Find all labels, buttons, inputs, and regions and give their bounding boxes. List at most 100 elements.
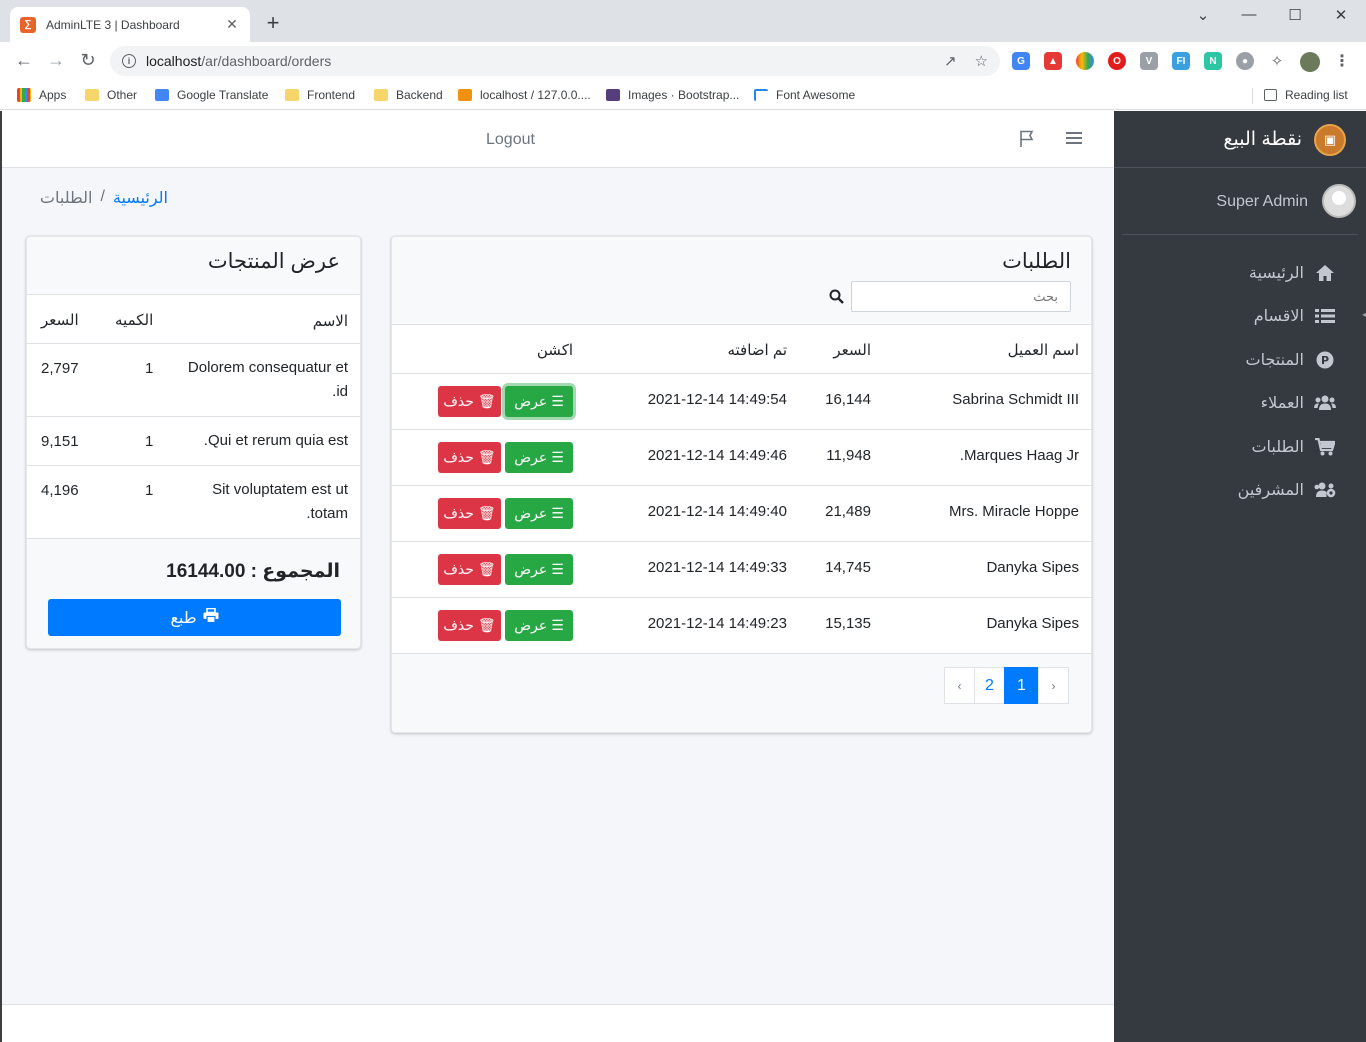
bookmark-google-translate[interactable]: Google Translate [155, 85, 268, 105]
view-order-button[interactable]: ☰ عرض [505, 386, 573, 417]
order-date: 2021-12-14 14:49:23 [647, 615, 787, 632]
bookmark-localhost[interactable]: localhost / 127.0.0.... [458, 85, 591, 105]
order-client: Mrs. Miracle Hoppe [948, 503, 1079, 520]
list-icon: ☰ [551, 617, 564, 633]
chrome-menu-icon[interactable]: ⋮ [1333, 52, 1351, 70]
pagination-page-1[interactable]: 1 [1004, 667, 1039, 704]
minimize-icon[interactable]: — [1239, 6, 1259, 23]
bookmark-apps[interactable]: Apps [17, 85, 66, 105]
delete-order-button[interactable]: 🗑 حذف [438, 610, 501, 641]
forward-icon[interactable]: → [45, 50, 67, 70]
product-qty: 1 [145, 482, 154, 499]
sidebar-item-clients[interactable]: العملاء [1114, 382, 1366, 426]
browser-tab[interactable]: ∑ AdminLTE 3 | Dashboard ✕ [10, 7, 250, 42]
logout-link[interactable]: Logout [486, 131, 535, 149]
reading-list-label: Reading list [1285, 88, 1348, 102]
trash-icon: 🗑 [477, 561, 496, 577]
close-tab-icon[interactable]: ✕ [224, 16, 240, 33]
view-order-button[interactable]: ☰ عرض [505, 498, 573, 529]
delete-order-button[interactable]: 🗑 حذف [438, 442, 501, 473]
address-bar[interactable]: i localhost/ar/dashboard/orders ↗ ☆ [110, 46, 1000, 76]
sidebar-scroll-arrow-icon[interactable]: ◀ [1362, 310, 1366, 324]
bookmark-font-awesome[interactable]: Font Awesome [754, 85, 855, 105]
google-translate-ext-icon[interactable]: G [1012, 52, 1030, 70]
address-toolbar: ← → ↻ i localhost/ar/dashboard/orders ↗ … [0, 42, 1366, 80]
column-header-client: اسم العميل [1007, 342, 1079, 359]
extensions-puzzle-icon[interactable]: ✧ [1268, 52, 1286, 70]
bookmark-label: Google Translate [177, 88, 269, 102]
opera-ext-icon[interactable]: O [1108, 52, 1126, 70]
back-icon[interactable]: ← [13, 50, 35, 70]
view-order-button[interactable]: ☰ عرض [505, 610, 573, 641]
sidebar-item-label: الاقسام [1253, 308, 1304, 326]
view-label: عرض [514, 561, 548, 577]
bookmark-bootstrap-images[interactable]: Images · Bootstrap... [606, 85, 739, 105]
table-row: Sit voluptatem est ut totam. 1 4,196 [27, 466, 360, 539]
new-tab-icon[interactable]: + [262, 12, 284, 34]
delete-label: حذف [443, 561, 474, 577]
browser-tab-strip: ∑ AdminLTE 3 | Dashboard ✕ + ⌄ — ☐ ✕ [0, 0, 1366, 42]
sidebar-item-admins[interactable]: المشرفين [1114, 469, 1366, 513]
bootstrap-icon [606, 89, 620, 101]
hamburger-menu-icon[interactable] [1065, 130, 1085, 150]
megaphone-ext-icon[interactable]: ▲ [1044, 52, 1062, 70]
view-order-button[interactable]: ☰ عرض [505, 554, 573, 585]
search-icon[interactable] [828, 289, 844, 305]
table-row: Danyka Sipes 14,745 2021-12-14 14:49:33 … [392, 542, 1091, 598]
maximize-icon[interactable]: ☐ [1285, 6, 1305, 24]
list-icon: ☰ [551, 449, 564, 465]
breadcrumb-home-link[interactable]: الرئيسية [113, 188, 168, 208]
flag-icon [754, 89, 768, 101]
n-ext-icon[interactable]: N [1204, 52, 1222, 70]
bookmark-other[interactable]: Other [85, 85, 137, 105]
column-header-added: تم اضافته [727, 342, 787, 359]
sidebar-nav: الرئيسية الاقسام P المنتجات العملاء الطل… [1114, 251, 1366, 512]
breadcrumb-current: الطلبات [39, 190, 93, 207]
translate-icon [155, 89, 169, 101]
sidebar-item-categories[interactable]: الاقسام [1114, 295, 1366, 339]
vue-ext-icon[interactable]: V [1140, 52, 1158, 70]
url-host: localhost [146, 53, 202, 69]
delete-order-button[interactable]: 🗑 حذف [438, 554, 501, 585]
products-table-header: الاسم الكميه السعر [27, 294, 360, 344]
profile-avatar[interactable] [1300, 52, 1320, 72]
delete-order-button[interactable]: 🗑 حذف [438, 498, 501, 529]
products-card: عرض المنتجات الاسم الكميه السعر Dolorem … [26, 236, 361, 649]
octo-ext-icon[interactable]: ● [1236, 52, 1254, 70]
color-picker-ext-icon[interactable] [1076, 52, 1094, 70]
share-icon[interactable]: ↗ [944, 52, 957, 70]
fi-ext-icon[interactable]: FI [1172, 52, 1190, 70]
trash-icon: 🗑 [477, 449, 496, 465]
sidebar-item-home[interactable]: الرئيسية [1114, 251, 1366, 295]
bookmark-star-icon[interactable]: ☆ [975, 52, 988, 70]
sidebar-item-products[interactable]: P المنتجات [1114, 338, 1366, 382]
brand-link[interactable]: ▣ نقطة البيع [1114, 111, 1366, 168]
view-order-button[interactable]: ☰ عرض [505, 442, 573, 473]
table-row: Sabrina Schmidt III 16,144 2021-12-14 14… [392, 374, 1091, 430]
view-label: عرض [514, 393, 548, 409]
user-name[interactable]: Super Admin [1216, 193, 1308, 211]
sidebar-item-label: المنتجات [1245, 351, 1305, 369]
flag-icon[interactable] [1018, 130, 1038, 150]
tab-search-chevron-icon[interactable]: ⌄ [1193, 6, 1213, 24]
column-header-price: السعر [833, 342, 871, 359]
delete-order-button[interactable]: 🗑 حذف [438, 386, 501, 417]
sidebar-item-orders[interactable]: الطلبات [1114, 425, 1366, 469]
pagination-prev-button[interactable]: › [1038, 667, 1069, 704]
close-window-icon[interactable]: ✕ [1331, 6, 1351, 24]
pagination-page-2[interactable]: 2 [974, 667, 1005, 704]
breadcrumb-separator: / [100, 188, 105, 205]
print-button[interactable]: طبع [48, 599, 341, 636]
reload-icon[interactable]: ↻ [77, 50, 99, 70]
bookmark-backend[interactable]: Backend [374, 85, 443, 105]
reading-list[interactable]: Reading list [1264, 85, 1348, 105]
users-cog-icon [1314, 481, 1336, 499]
reading-list-icon [1264, 89, 1277, 101]
delete-label: حذف [443, 505, 474, 521]
search-input[interactable] [851, 281, 1071, 312]
orders-table-header: اسم العميل السعر تم اضافته اكشن [392, 324, 1091, 374]
bookmark-frontend[interactable]: Frontend [285, 85, 355, 105]
site-info-icon[interactable]: i [122, 54, 136, 68]
pagination-next-button[interactable]: ‹ [944, 667, 975, 704]
order-date: 2021-12-14 14:49:40 [647, 503, 787, 520]
